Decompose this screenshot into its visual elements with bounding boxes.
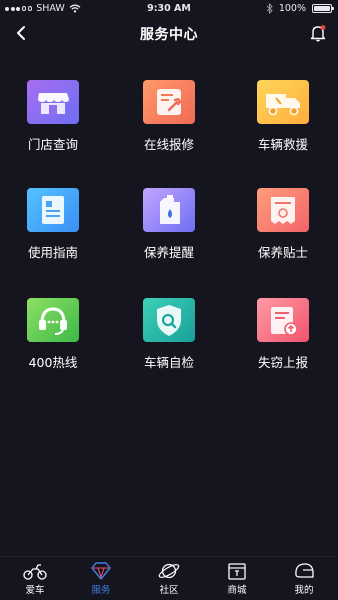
store-icon [27, 80, 79, 124]
bluetooth-icon [266, 3, 273, 14]
bell-icon [310, 25, 326, 42]
service-online-repair[interactable]: 在线报修 [119, 80, 219, 153]
service-label: 车辆自检 [143, 355, 194, 370]
tab-label: 社区 [159, 585, 179, 596]
tab-label: 我的 [294, 585, 314, 596]
service-label: 保养提醒 [143, 245, 194, 260]
helmet-icon [292, 561, 316, 581]
battery-icon [312, 4, 334, 13]
service-user-guide[interactable]: 使用指南 [3, 188, 103, 261]
tab-label: 商城 [227, 585, 247, 596]
service-label: 使用指南 [27, 245, 78, 260]
tab-bar: 爱车 服务 社区 商城 我的 [0, 556, 338, 600]
service-theft-report[interactable]: 失窃上报 [233, 298, 333, 371]
service-self-inspection[interactable]: 车辆自检 [119, 298, 219, 371]
tab-my-car[interactable]: 爱车 [7, 561, 63, 596]
notification-button[interactable] [308, 23, 328, 43]
battery-percentage: 100% [278, 3, 306, 14]
service-store-search[interactable]: 门店查询 [3, 80, 103, 153]
service-maintenance-reminder[interactable]: 保养提醒 [119, 188, 219, 261]
status-right: 100% [266, 3, 334, 14]
service-hotline[interactable]: 400热线 [3, 298, 103, 371]
tips-icon [257, 188, 309, 232]
service-center-screen: SHAW 9:30 AM 100% 服务中心 门店查询 在线报修 车辆救援 使用… [0, 0, 338, 600]
shield-search-icon [143, 298, 195, 342]
planet-icon [157, 561, 181, 581]
service-label: 400热线 [28, 355, 78, 370]
service-label: 保养贴士 [257, 245, 308, 260]
service-label: 门店查询 [27, 137, 78, 152]
service-label: 在线报修 [143, 137, 194, 152]
service-maintenance-tips[interactable]: 保养贴士 [233, 188, 333, 261]
tow-truck-icon [257, 80, 309, 124]
status-bar: SHAW 9:30 AM 100% [0, 0, 338, 18]
service-label: 车辆救援 [257, 137, 308, 152]
service-vehicle-rescue[interactable]: 车辆救援 [233, 80, 333, 153]
service-label: 失窃上报 [257, 355, 308, 370]
page-title: 服务中心 [140, 27, 198, 43]
tab-label: 服务 [91, 585, 111, 596]
tab-label: 爱车 [25, 585, 45, 596]
report-icon [257, 298, 309, 342]
tab-mall[interactable]: 商城 [209, 561, 265, 596]
nav-bar: 服务中心 [0, 18, 338, 50]
diamond-icon [89, 561, 113, 581]
tab-community[interactable]: 社区 [141, 561, 197, 596]
shop-icon [225, 561, 249, 581]
guide-icon [27, 188, 79, 232]
headset-icon [27, 298, 79, 342]
motorcycle-icon [23, 561, 47, 581]
notification-dot [320, 25, 326, 30]
tab-service[interactable]: 服务 [73, 561, 129, 596]
oil-can-icon [143, 188, 195, 232]
tab-profile[interactable]: 我的 [276, 561, 332, 596]
repair-icon [143, 80, 195, 124]
